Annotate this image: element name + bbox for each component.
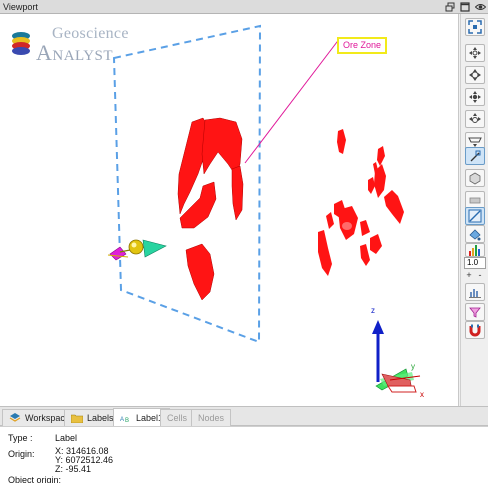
fit-view-icon	[468, 20, 482, 34]
ore-body	[368, 177, 375, 194]
magnet-icon	[469, 324, 481, 337]
workspace-icon	[9, 413, 21, 422]
histogram-icon	[469, 245, 480, 256]
restore-icon[interactable]	[444, 1, 456, 12]
maximize-icon[interactable]	[459, 1, 471, 12]
zoom-input[interactable]: 1.0	[464, 257, 486, 269]
tab-label: Nodes	[198, 413, 225, 423]
logo-layers-icon	[12, 32, 30, 55]
folder-icon	[71, 414, 83, 423]
ore-zone-label[interactable]: Ore Zone	[337, 37, 388, 54]
ore-body	[377, 146, 385, 166]
viewport-toolbar: 1.0 + -	[460, 14, 488, 406]
ore-body	[185, 243, 215, 301]
viewport-3d[interactable]: z y x Geoscience Analyst Ore Zone	[0, 14, 459, 406]
axis-z-label: z	[371, 306, 375, 315]
view-north-button[interactable]	[465, 110, 485, 128]
chart-icon	[469, 289, 481, 298]
axis-x-label: x	[420, 390, 424, 399]
rotate-icon	[469, 69, 481, 81]
filter-icon	[469, 307, 481, 318]
axis-y-label: y	[411, 362, 415, 371]
svg-text:B: B	[125, 418, 129, 423]
paint-icon	[469, 229, 481, 241]
geoscience-analyst-logo: Geoscience Analyst	[10, 24, 130, 65]
window-title: Viewport	[3, 2, 38, 12]
logo-word-analyst: Analyst	[36, 40, 114, 65]
clip-icon	[470, 150, 481, 162]
rotate-button[interactable]	[465, 66, 485, 84]
axis-triad	[372, 320, 421, 393]
ore-body	[342, 222, 352, 230]
zoom-minus-button[interactable]: -	[475, 271, 485, 280]
tab-nodes: Nodes	[191, 409, 232, 426]
ore-body	[337, 129, 346, 154]
section-icon	[469, 197, 481, 204]
fit-view-button[interactable]	[465, 18, 485, 36]
chart-button[interactable]	[465, 283, 485, 301]
ore-body	[384, 190, 404, 224]
origin-label: Origin:	[8, 449, 35, 459]
gradient-button[interactable]	[465, 207, 485, 225]
ore-body	[231, 165, 244, 221]
filter-button[interactable]	[465, 303, 485, 321]
scene-canvas[interactable]: z y x	[0, 14, 459, 406]
look-down-icon	[469, 91, 481, 103]
light-source-widget[interactable]	[107, 239, 167, 261]
histogram-button[interactable]	[465, 243, 485, 257]
eye-icon[interactable]	[474, 1, 486, 12]
ore-zone-bodies[interactable]	[177, 117, 404, 301]
pan-icon	[469, 47, 481, 59]
pan-button[interactable]	[465, 44, 485, 62]
ore-body	[360, 220, 370, 236]
label-icon: AB	[120, 417, 129, 423]
box-icon	[469, 172, 481, 185]
view-icon	[468, 137, 482, 147]
properties-panel: Type : Label Origin: X: 314616.08 Y: 607…	[0, 426, 488, 483]
tab-cells: Cells	[160, 409, 195, 426]
view-icon	[469, 113, 481, 123]
ore-body	[370, 234, 382, 254]
svg-text:A: A	[120, 417, 124, 423]
zoom-plus-button[interactable]: +	[464, 271, 474, 280]
object-origin-label: Object origin:	[8, 475, 62, 483]
magnet-button[interactable]	[465, 321, 485, 339]
box-button[interactable]	[465, 169, 485, 187]
ore-body	[326, 212, 334, 229]
tab-label: Labels	[87, 413, 114, 423]
ore-body	[318, 230, 332, 276]
ore-body	[360, 244, 370, 266]
look-down-button[interactable]	[465, 88, 485, 106]
panel-tab-bar: Workspace Labels AB Label1 Cells Nodes	[0, 406, 488, 427]
clip-button[interactable]	[465, 147, 485, 165]
paint-button[interactable]	[465, 225, 485, 243]
type-label: Type :	[8, 433, 33, 443]
origin-z-value: Z: -95.41	[55, 464, 92, 474]
tab-label: Label1	[136, 413, 164, 423]
window-title-bar: Viewport	[0, 0, 488, 14]
tab-label: Cells	[167, 413, 188, 423]
gradient-icon	[468, 209, 482, 223]
type-value: Label	[55, 433, 78, 443]
